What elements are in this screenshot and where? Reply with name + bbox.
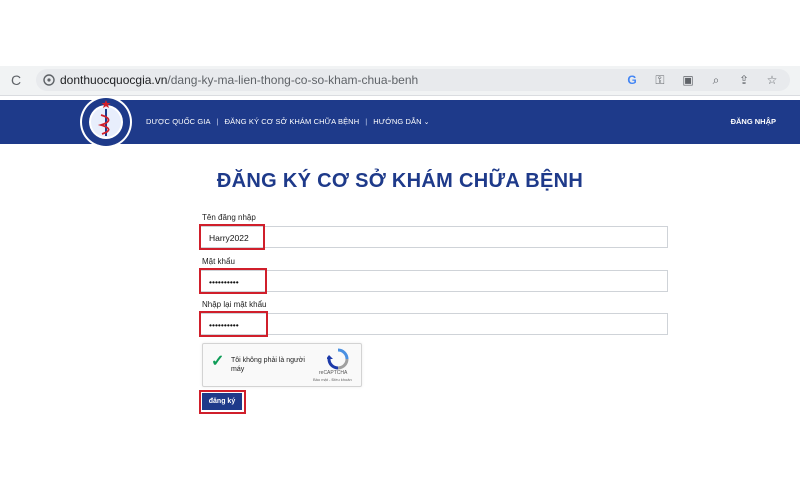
url-toolbar-icons: G ⚿ ▣ ⌕ ⇪ ☆ (624, 72, 780, 88)
username-input[interactable]: Harry2022 (200, 226, 668, 248)
ministry-of-health-logo[interactable] (78, 94, 134, 150)
url-path: /dang-ky-ma-lien-thong-co-so-kham-chua-b… (167, 73, 419, 87)
username-highlight (199, 224, 265, 250)
browser-address-bar: C donthuocquocgia.vn/dang-ky-ma-lien-tho… (0, 66, 800, 96)
translate-icon[interactable]: ▣ (680, 72, 696, 88)
recaptcha-widget[interactable]: ✓ Tôi không phải là người máy reCAPTCHA … (202, 343, 362, 387)
recaptcha-links[interactable]: Bảo mật - Điều khoản (313, 377, 352, 382)
star-icon[interactable]: ☆ (764, 72, 780, 88)
share-icon[interactable]: ⇪ (736, 72, 752, 88)
password-highlight (199, 268, 267, 294)
nav-item-huong-dan[interactable]: HƯỚNG DẪN (373, 117, 421, 126)
register-button-highlight (199, 390, 246, 414)
recaptcha-brand: reCAPTCHA (319, 370, 348, 376)
nav-item-dang-ky[interactable]: ĐĂNG KÝ CƠ SỞ KHÁM CHỮA BỆNH (225, 117, 360, 126)
nav-separator: | (216, 117, 219, 126)
site-info-icon[interactable] (42, 73, 56, 87)
key-icon[interactable]: ⚿ (652, 72, 668, 88)
url-box[interactable]: donthuocquocgia.vn/dang-ky-ma-lien-thong… (36, 69, 790, 91)
password-input[interactable]: •••••••••• (200, 270, 668, 292)
checkmark-icon[interactable]: ✓ (211, 354, 227, 370)
confirm-password-highlight (199, 311, 268, 337)
chevron-down-icon[interactable]: ⌄ (424, 118, 430, 126)
login-link[interactable]: ĐĂNG NHẬP (731, 117, 776, 126)
confirm-password-label: Nhập lại mật khẩu (202, 300, 267, 309)
nav-item-duoc-quoc-gia[interactable]: DƯỢC QUỐC GIA (146, 117, 211, 126)
reload-icon[interactable]: C (8, 72, 24, 88)
nav-separator: | (365, 117, 368, 126)
url-host: donthuocquocgia.vn (60, 73, 168, 87)
password-label: Mật khẩu (202, 257, 235, 266)
main-nav: DƯỢC QUỐC GIA | ĐĂNG KÝ CƠ SỞ KHÁM CHỮA … (146, 117, 430, 126)
confirm-password-input[interactable]: •••••••••• (200, 313, 668, 335)
username-label: Tên đăng nhập (202, 213, 256, 222)
url-text[interactable]: donthuocquocgia.vn/dang-ky-ma-lien-thong… (60, 73, 418, 87)
recaptcha-label: Tôi không phải là người máy (231, 357, 305, 373)
page-title: ĐĂNG KÝ CƠ SỞ KHÁM CHỮA BỆNH (216, 170, 584, 192)
google-icon[interactable]: G (624, 72, 640, 88)
zoom-icon[interactable]: ⌕ (708, 72, 724, 88)
recaptcha-logo-icon (327, 348, 349, 370)
